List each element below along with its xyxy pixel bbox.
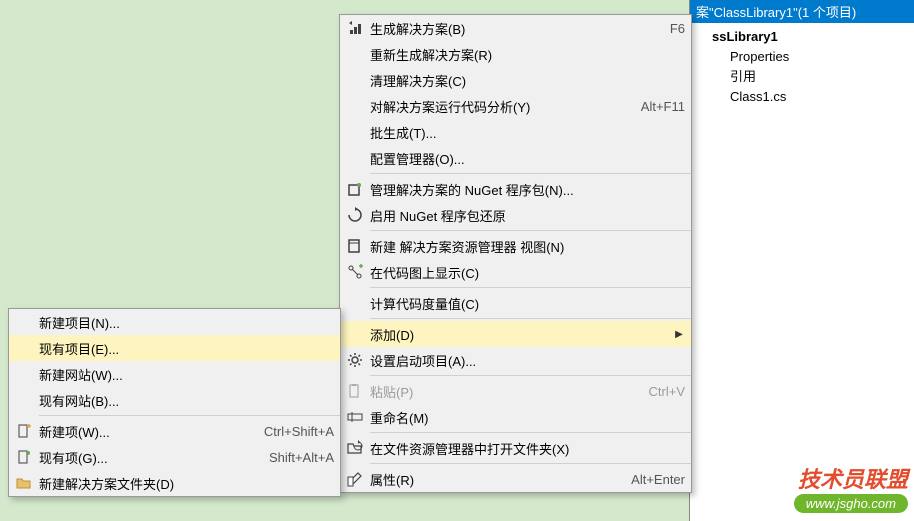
- main-menu-label: 生成解决方案(B): [370, 19, 650, 38]
- newview-icon: [340, 238, 370, 254]
- main-menu-item-3[interactable]: 对解决方案运行代码分析(Y)Alt+F11: [340, 93, 691, 119]
- main-menu-item-1[interactable]: 重新生成解决方案(R): [340, 41, 691, 67]
- sub-menu-item-5[interactable]: 新建项(W)...Ctrl+Shift+A: [9, 418, 340, 444]
- main-menu-item-5[interactable]: 配置管理器(O)...: [340, 145, 691, 171]
- main-menu-item-21[interactable]: 在文件资源管理器中打开文件夹(X): [340, 435, 691, 461]
- main-menu-shortcut: Ctrl+V: [629, 384, 685, 399]
- existitem-icon: [9, 449, 39, 465]
- main-menu-shortcut: F6: [650, 21, 685, 36]
- sub-menu-label: 现有项(G)...: [39, 448, 249, 467]
- main-menu-label: 配置管理器(O)...: [370, 149, 685, 168]
- build-icon: [340, 20, 370, 36]
- project-node[interactable]: ssLibrary1: [696, 27, 908, 47]
- nuget-icon: [340, 181, 370, 197]
- main-menu-item-16[interactable]: 设置启动项目(A)...: [340, 347, 691, 373]
- main-menu-item-0[interactable]: 生成解决方案(B)F6: [340, 15, 691, 41]
- sub-menu-label: 新建项目(N)...: [39, 313, 334, 332]
- paste-icon: [340, 383, 370, 399]
- sub-menu-item-7[interactable]: 新建解决方案文件夹(D): [9, 470, 340, 496]
- gear-icon: [340, 352, 370, 368]
- solution-header[interactable]: 案"ClassLibrary1"(1 个项目): [690, 0, 914, 23]
- main-menu-separator: [370, 432, 691, 433]
- main-menu-label: 管理解决方案的 NuGet 程序包(N)...: [370, 180, 685, 199]
- sub-menu-separator: [39, 415, 340, 416]
- sub-menu-label: 新建项(W)...: [39, 422, 244, 441]
- main-menu-separator: [370, 287, 691, 288]
- main-menu-separator: [370, 173, 691, 174]
- sub-menu-label: 新建解决方案文件夹(D): [39, 474, 334, 493]
- sub-menu-label: 现有项目(E)...: [39, 339, 334, 358]
- props-icon: [340, 471, 370, 487]
- main-menu-label: 添加(D): [370, 325, 673, 344]
- codemap-icon: [340, 264, 370, 280]
- sub-menu-item-6[interactable]: 现有项(G)...Shift+Alt+A: [9, 444, 340, 470]
- main-menu-item-2[interactable]: 清理解决方案(C): [340, 67, 691, 93]
- main-menu-label: 对解决方案运行代码分析(Y): [370, 97, 621, 116]
- solution-tree: ssLibrary1 Properties 引用 Class1.cs: [690, 23, 914, 111]
- newitem-icon: [9, 423, 39, 439]
- main-menu-item-19[interactable]: 重命名(M): [340, 404, 691, 430]
- class-file-node[interactable]: Class1.cs: [696, 87, 908, 107]
- main-menu-label: 清理解决方案(C): [370, 71, 685, 90]
- main-menu-shortcut: Alt+F11: [621, 99, 685, 114]
- main-menu-separator: [370, 375, 691, 376]
- main-menu-separator: [370, 318, 691, 319]
- references-node[interactable]: 引用: [696, 67, 908, 87]
- main-menu-item-8[interactable]: 启用 NuGet 程序包还原: [340, 202, 691, 228]
- main-menu-label: 计算代码度量值(C): [370, 294, 685, 313]
- main-menu-item-23[interactable]: 属性(R)Alt+Enter: [340, 466, 691, 492]
- main-menu-item-18: 粘贴(P)Ctrl+V: [340, 378, 691, 404]
- main-menu-label: 在文件资源管理器中打开文件夹(X): [370, 439, 685, 458]
- main-menu-label: 在代码图上显示(C): [370, 263, 685, 282]
- main-menu-label: 设置启动项目(A)...: [370, 351, 685, 370]
- main-menu-item-7[interactable]: 管理解决方案的 NuGet 程序包(N)...: [340, 176, 691, 202]
- sub-menu-item-2[interactable]: 新建网站(W)...: [9, 361, 340, 387]
- main-menu-shortcut: Alt+Enter: [611, 472, 685, 487]
- main-menu-item-13[interactable]: 计算代码度量值(C): [340, 290, 691, 316]
- submenu-arrow-icon: ▶: [673, 329, 685, 340]
- sub-menu-label: 新建网站(W)...: [39, 365, 334, 384]
- sub-menu-item-1[interactable]: 现有项目(E)...: [9, 335, 340, 361]
- sub-menu-item-3[interactable]: 现有网站(B)...: [9, 387, 340, 413]
- rename-icon: [340, 409, 370, 425]
- sub-menu-shortcut: Ctrl+Shift+A: [244, 424, 334, 439]
- main-menu-item-11[interactable]: 在代码图上显示(C): [340, 259, 691, 285]
- solution-explorer-panel: 案"ClassLibrary1"(1 个项目) ssLibrary1 Prope…: [689, 0, 914, 521]
- main-menu-label: 批生成(T)...: [370, 123, 685, 142]
- main-menu-label: 重新生成解决方案(R): [370, 45, 685, 64]
- main-menu-item-10[interactable]: 新建 解决方案资源管理器 视图(N): [340, 233, 691, 259]
- sub-menu-item-0[interactable]: 新建项目(N)...: [9, 309, 340, 335]
- main-menu-label: 粘贴(P): [370, 382, 629, 401]
- main-menu-label: 启用 NuGet 程序包还原: [370, 206, 685, 225]
- main-menu-label: 重命名(M): [370, 408, 685, 427]
- folder-icon: [9, 475, 39, 491]
- restore-icon: [340, 207, 370, 223]
- sub-menu-shortcut: Shift+Alt+A: [249, 450, 334, 465]
- main-menu-label: 属性(R): [370, 470, 611, 489]
- sub-menu-label: 现有网站(B)...: [39, 391, 334, 410]
- context-menu-add-submenu: 新建项目(N)... 现有项目(E)... 新建网站(W)... 现有网站(B)...…: [8, 308, 341, 497]
- openfolder-icon: [340, 440, 370, 456]
- main-menu-separator: [370, 463, 691, 464]
- main-menu-item-15[interactable]: 添加(D)▶: [340, 321, 691, 347]
- context-menu-main: 生成解决方案(B)F6 重新生成解决方案(R) 清理解决方案(C) 对解决方案运行代码…: [339, 14, 692, 493]
- main-menu-label: 新建 解决方案资源管理器 视图(N): [370, 237, 685, 256]
- main-menu-separator: [370, 230, 691, 231]
- properties-node[interactable]: Properties: [696, 47, 908, 67]
- main-menu-item-4[interactable]: 批生成(T)...: [340, 119, 691, 145]
